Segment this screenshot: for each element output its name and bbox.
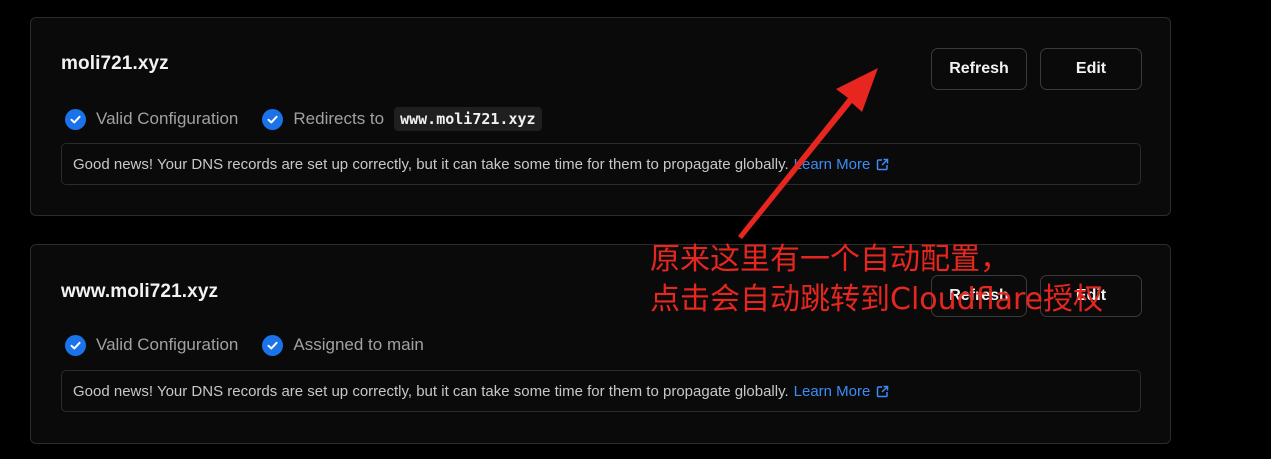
status-valid-configuration: Valid Configuration [65,334,239,356]
status-label: Valid Configuration [96,335,239,354]
learn-more-label: Learn More [793,382,871,400]
redirect-target: www.moli721.xyz [394,107,542,131]
learn-more-label: Learn More [793,155,871,173]
external-link-icon [876,385,889,398]
check-circle-icon [65,334,86,356]
refresh-button[interactable]: Refresh [931,48,1027,90]
learn-more-link[interactable]: Learn More [794,156,890,173]
annotation-line-2: 点击会自动跳转到Cloudflare授权 [650,282,1104,317]
check-circle-icon [262,334,284,356]
status-redirects: Redirects to www.moli721.xyz [262,107,542,131]
dns-info-text: Good news! Your DNS records are set up c… [73,155,789,173]
status-row: Valid Configuration Redirects to www.mol… [65,106,566,132]
external-link-icon [876,158,889,171]
status-row: Valid Configuration Assigned to main [65,332,448,358]
check-circle-icon [262,108,284,130]
status-label: Redirects to [293,109,385,128]
learn-more-link[interactable]: Learn More [794,383,890,400]
page: moli721.xyz Refresh Edit Valid Configura… [0,0,1271,459]
check-circle-icon [65,108,86,130]
domain-title: moli721.xyz [61,53,169,74]
dns-info-box: Good news! Your DNS records are set up c… [61,370,1141,412]
domain-title: www.moli721.xyz [61,281,219,302]
status-assigned: Assigned to main [262,334,424,356]
edit-button[interactable]: Edit [1040,48,1142,90]
status-valid-configuration: Valid Configuration [65,108,239,130]
domain-card-moli721: moli721.xyz Refresh Edit Valid Configura… [30,17,1171,216]
annotation-line-1: 原来这里有一个自动配置， [650,242,1010,277]
annotation-text: 原来这里有一个自动配置， 点击会自动跳转到Cloudflare授权 [650,240,1103,320]
status-label: Assigned to main [293,335,424,354]
dns-info-text: Good news! Your DNS records are set up c… [73,382,789,400]
status-label: Valid Configuration [96,109,239,128]
dns-info-box: Good news! Your DNS records are set up c… [61,143,1141,185]
